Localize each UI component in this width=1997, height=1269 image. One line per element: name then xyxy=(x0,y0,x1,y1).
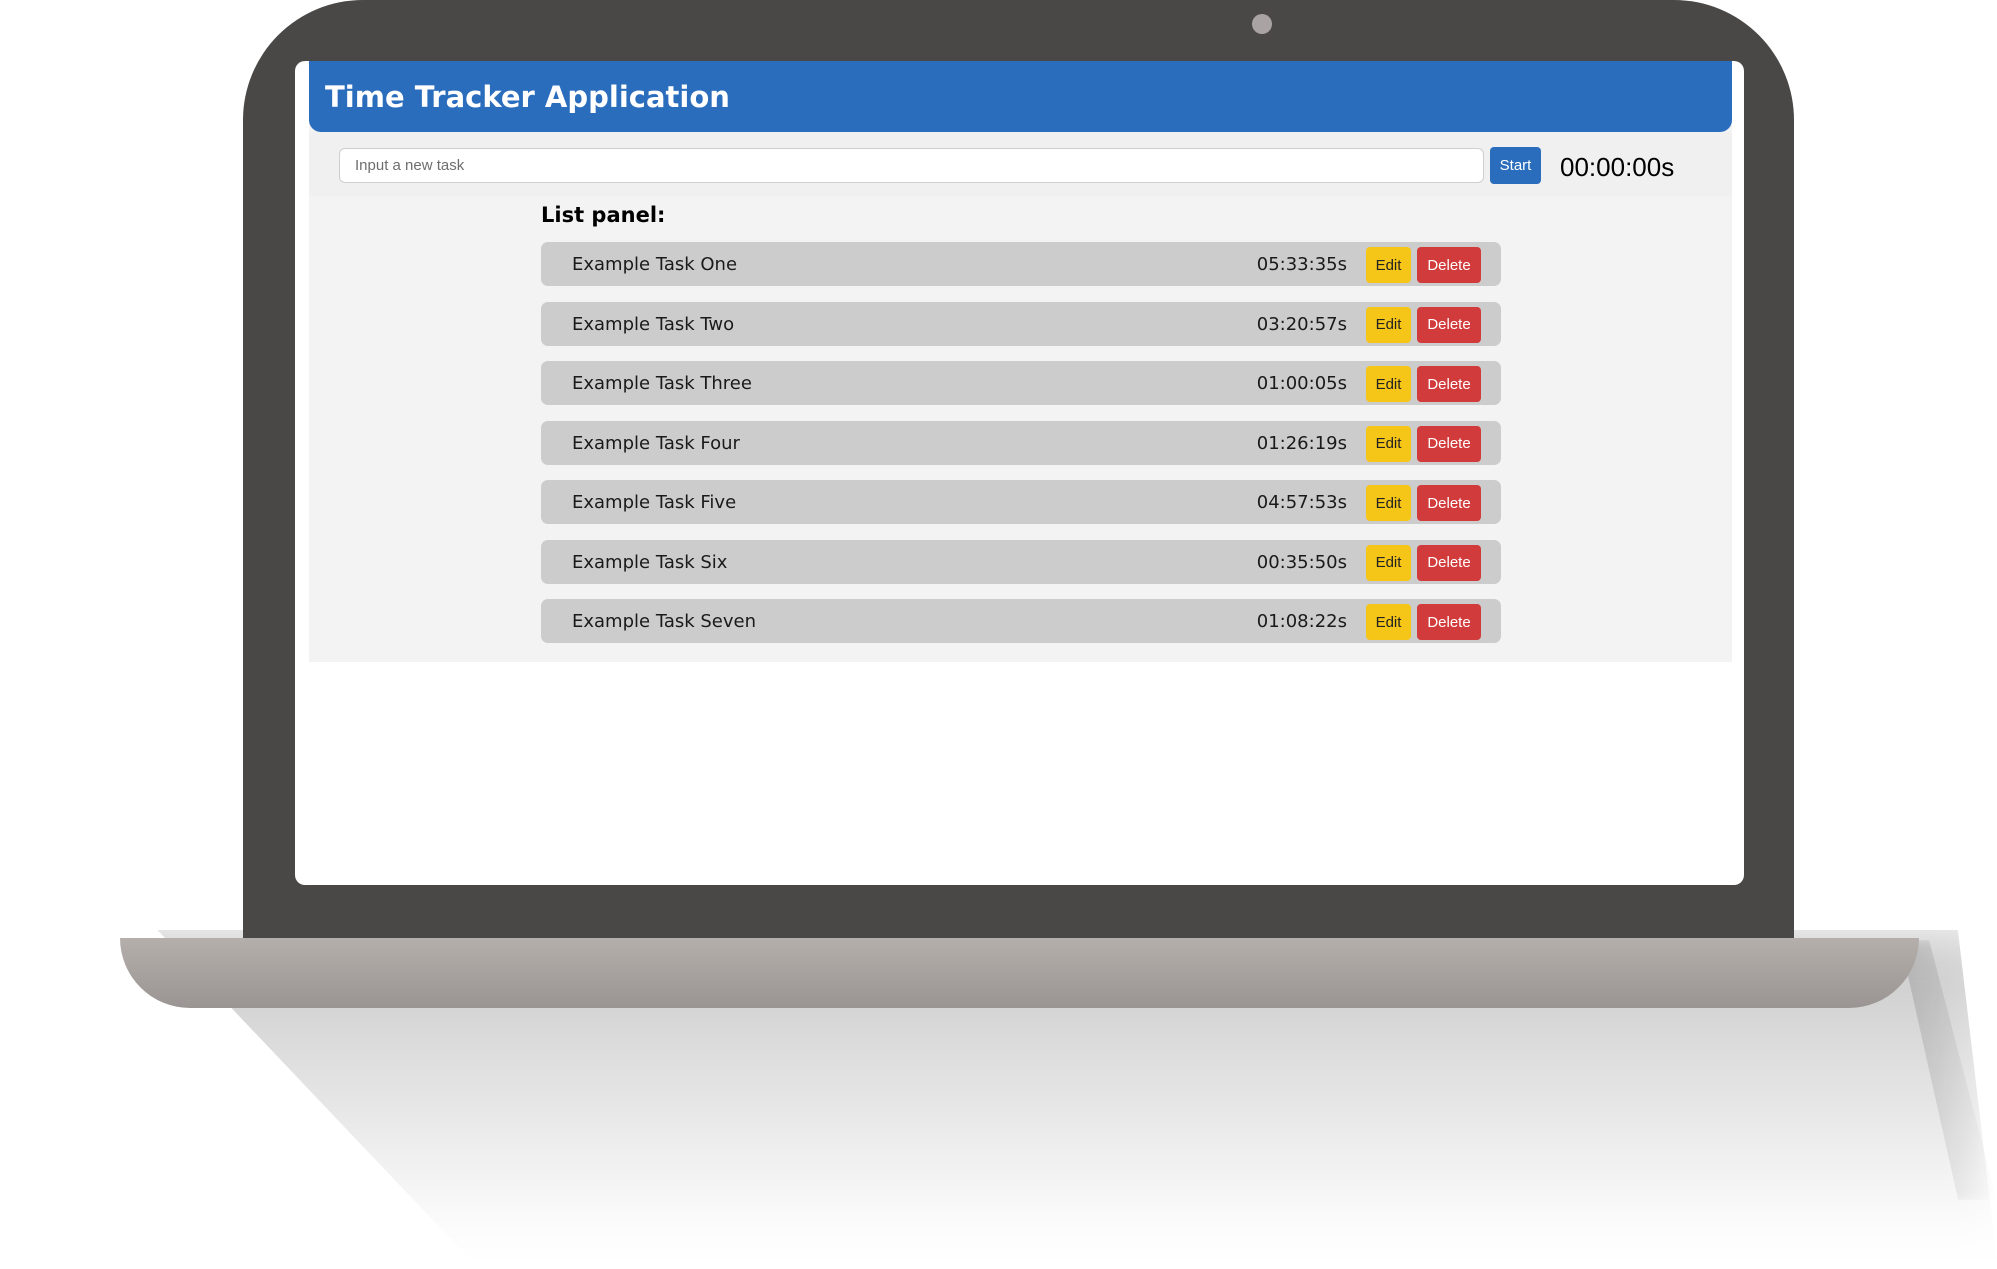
delete-button[interactable]: Delete xyxy=(1417,425,1481,462)
task-name: Example Task Three xyxy=(572,373,752,394)
task-time: 03:20:57s xyxy=(1256,313,1347,335)
task-name: Example Task Four xyxy=(572,432,740,454)
page-title: Time Tracker Application xyxy=(325,79,730,114)
new-task-bar: Start 00:00:00s xyxy=(309,132,1732,196)
task-row: Example Task Five 04:57:53s Edit Delete xyxy=(541,480,1501,524)
laptop-screen: Time Tracker Application Start 00:00:00s… xyxy=(295,61,1744,885)
app-header: Time Tracker Application xyxy=(309,61,1732,132)
task-time: 05:33:35s xyxy=(1256,254,1347,275)
start-button[interactable]: Start xyxy=(1490,147,1541,184)
new-task-input[interactable] xyxy=(339,148,1484,183)
edit-button[interactable]: Edit xyxy=(1366,485,1411,521)
edit-button[interactable]: Edit xyxy=(1366,247,1411,283)
task-row: Example Task Four 01:26:19s Edit Delete xyxy=(541,420,1501,465)
task-name: Example Task Two xyxy=(572,313,735,335)
task-name: Example Task Six xyxy=(572,551,728,573)
task-row: Example Task Six 00:35:50s Edit Delete xyxy=(541,539,1501,584)
delete-button[interactable]: Delete xyxy=(1417,306,1481,343)
task-name: Example Task Seven xyxy=(572,611,757,632)
list-panel-title: List panel: xyxy=(541,203,666,227)
edit-button[interactable]: Edit xyxy=(1366,544,1411,581)
task-row: Example Task One 05:33:35s Edit Delete xyxy=(541,242,1501,286)
task-name: Example Task Five xyxy=(572,492,737,513)
task-row: Example Task Two 03:20:57s Edit Delete xyxy=(541,301,1501,346)
task-row: Example Task Seven 01:08:22s Edit Delete xyxy=(541,599,1501,643)
edit-button[interactable]: Edit xyxy=(1366,366,1411,402)
delete-button[interactable]: Delete xyxy=(1417,366,1481,402)
webcam-icon xyxy=(1252,14,1272,34)
laptop-mockup: Time Tracker Application Start 00:00:00s… xyxy=(0,0,1997,1269)
delete-button[interactable]: Delete xyxy=(1417,485,1481,521)
task-time: 00:35:50s xyxy=(1256,551,1347,573)
task-row: Example Task Three 01:00:05s Edit Delete xyxy=(541,361,1501,405)
task-time: 04:57:53s xyxy=(1256,492,1347,513)
task-name: Example Task One xyxy=(572,254,738,275)
laptop-base xyxy=(120,938,1919,1008)
edit-button[interactable]: Edit xyxy=(1366,425,1411,462)
edit-button[interactable]: Edit xyxy=(1366,306,1411,343)
delete-button[interactable]: Delete xyxy=(1417,544,1481,581)
task-time: 01:26:19s xyxy=(1256,432,1347,454)
list-panel: List panel: Example Task One 05:33:35s E… xyxy=(541,200,1501,659)
task-time: 01:00:05s xyxy=(1256,373,1347,394)
delete-button[interactable]: Delete xyxy=(1417,247,1481,283)
task-time: 01:08:22s xyxy=(1256,611,1347,632)
edit-button[interactable]: Edit xyxy=(1366,604,1411,640)
time-tracker-app: Time Tracker Application Start 00:00:00s… xyxy=(309,61,1732,662)
delete-button[interactable]: Delete xyxy=(1417,604,1481,640)
timer-display: 00:00:00s xyxy=(1560,152,1675,182)
